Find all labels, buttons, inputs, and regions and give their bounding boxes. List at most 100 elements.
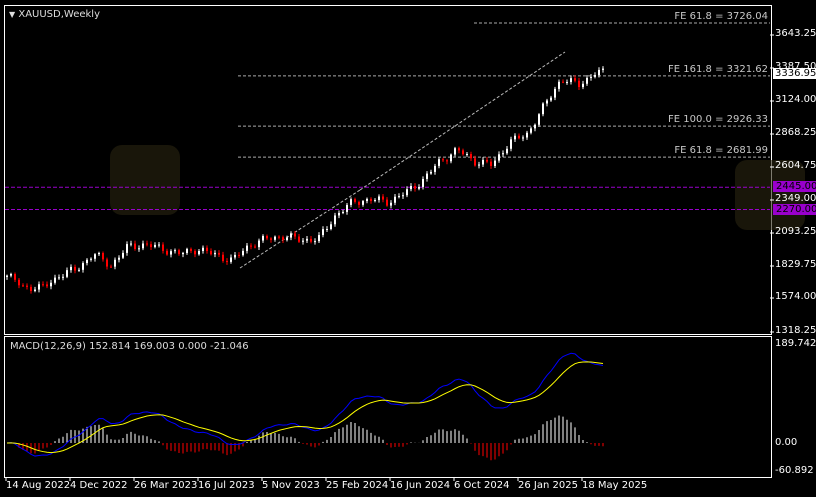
candle-body bbox=[114, 259, 116, 267]
candle-body bbox=[30, 286, 32, 291]
candle-body bbox=[298, 236, 300, 242]
macd-axis-zero: 0.00 bbox=[775, 437, 798, 448]
candle-body bbox=[94, 254, 96, 259]
candle-body bbox=[574, 78, 576, 81]
time-axis-label: 26 Mar 2023 bbox=[134, 480, 198, 491]
candle-body bbox=[582, 83, 584, 88]
candle-body bbox=[434, 165, 436, 172]
candle-body bbox=[366, 198, 368, 202]
candle-body bbox=[26, 285, 28, 287]
candle-body bbox=[534, 124, 536, 129]
candle-body bbox=[426, 173, 428, 179]
candle-body bbox=[166, 250, 168, 255]
macd-line bbox=[6, 352, 604, 457]
candle-body bbox=[82, 263, 84, 270]
candle-body bbox=[402, 195, 404, 197]
candle-body bbox=[510, 139, 512, 149]
horizontal-line-label: 2270.00 bbox=[773, 203, 816, 215]
candle-body bbox=[22, 285, 24, 287]
candle-body bbox=[78, 269, 80, 271]
candle-body bbox=[218, 252, 220, 255]
candle-body bbox=[126, 244, 128, 253]
candle-body bbox=[306, 238, 308, 241]
candle-body bbox=[278, 236, 280, 238]
candle-body bbox=[34, 289, 36, 291]
candle-body bbox=[570, 78, 572, 83]
candle-body bbox=[230, 257, 232, 262]
candle-body bbox=[462, 150, 464, 155]
fibo-level-label: FE 100.0 = 2926.33 bbox=[668, 114, 768, 126]
watermark-logo bbox=[110, 145, 180, 215]
candle-body bbox=[354, 199, 356, 202]
candle-body bbox=[142, 243, 144, 249]
candle-body bbox=[550, 97, 552, 101]
candle-body bbox=[194, 250, 196, 255]
candle-body bbox=[490, 161, 492, 166]
candle-body bbox=[322, 229, 324, 236]
candle-body bbox=[498, 154, 500, 161]
candle-body bbox=[246, 245, 248, 251]
candle-body bbox=[174, 250, 176, 252]
candle-body bbox=[418, 186, 420, 189]
candle-body bbox=[450, 154, 452, 162]
candle-body bbox=[326, 229, 328, 231]
candle-body bbox=[274, 236, 276, 240]
candle-body bbox=[266, 235, 268, 239]
candle-body bbox=[562, 81, 564, 83]
candle-body bbox=[18, 279, 20, 286]
price-axis-label: 3124.00 bbox=[775, 94, 816, 105]
candle-body bbox=[554, 88, 556, 98]
candle-body bbox=[62, 276, 64, 278]
candle-body bbox=[586, 77, 588, 84]
price-axis-label: 1829.75 bbox=[775, 259, 816, 270]
chart-title-row[interactable]: ▼ XAUUSD,Weekly bbox=[9, 9, 100, 20]
price-axis-label: 2349.00 bbox=[775, 193, 816, 204]
candle-body bbox=[286, 237, 288, 241]
candle-body bbox=[6, 275, 8, 277]
candle-body bbox=[590, 76, 592, 78]
candle-body bbox=[378, 196, 380, 201]
candle-body bbox=[442, 159, 444, 161]
fibo-trend-line bbox=[239, 189, 361, 269]
candle-body bbox=[134, 243, 136, 249]
candle-body bbox=[358, 201, 360, 205]
candle-body bbox=[594, 75, 596, 77]
collapse-triangle-icon[interactable]: ▼ bbox=[9, 10, 15, 19]
candle-body bbox=[258, 240, 260, 248]
candle-body bbox=[86, 259, 88, 264]
macd-axis-max: 189.742 bbox=[775, 338, 816, 349]
time-axis-label: 5 Nov 2023 bbox=[262, 480, 320, 491]
candle-body bbox=[182, 252, 184, 255]
candle-body bbox=[122, 252, 124, 258]
candle-body bbox=[154, 244, 156, 248]
candle-body bbox=[234, 254, 236, 258]
current-price-label: 3336.95 bbox=[773, 68, 816, 79]
candle-body bbox=[214, 252, 216, 255]
fibo-level-label: FE 61.8 = 3726.04 bbox=[674, 11, 768, 22]
price-axis-label: 2604.75 bbox=[775, 160, 816, 171]
candle-body bbox=[514, 135, 516, 140]
chart-window: ▼ XAUUSD,Weekly MACD(12,26,9) 152.814 16… bbox=[0, 0, 816, 497]
candle-body bbox=[190, 248, 192, 251]
candle-body bbox=[130, 243, 132, 245]
candle-body bbox=[430, 171, 432, 174]
candle-body bbox=[294, 233, 296, 237]
candle-body bbox=[566, 82, 568, 84]
candle-body bbox=[118, 257, 120, 260]
chart-title: XAUUSD,Weekly bbox=[18, 9, 100, 20]
candle-body bbox=[414, 186, 416, 189]
candle-body bbox=[90, 258, 92, 260]
candle-body bbox=[162, 244, 164, 251]
candle-body bbox=[542, 103, 544, 115]
candle-body bbox=[446, 160, 448, 162]
candle-body bbox=[330, 224, 332, 230]
candle-body bbox=[314, 241, 316, 243]
price-axis-label: 3643.25 bbox=[775, 28, 816, 39]
candle-body bbox=[242, 250, 244, 256]
candle-body bbox=[46, 284, 48, 287]
horizontal-line-label: 2445.00 bbox=[773, 181, 816, 193]
time-axis-label: 4 Dec 2022 bbox=[70, 480, 128, 491]
candle-body bbox=[58, 277, 60, 279]
candle-body bbox=[386, 199, 388, 206]
candle-body bbox=[10, 274, 12, 276]
